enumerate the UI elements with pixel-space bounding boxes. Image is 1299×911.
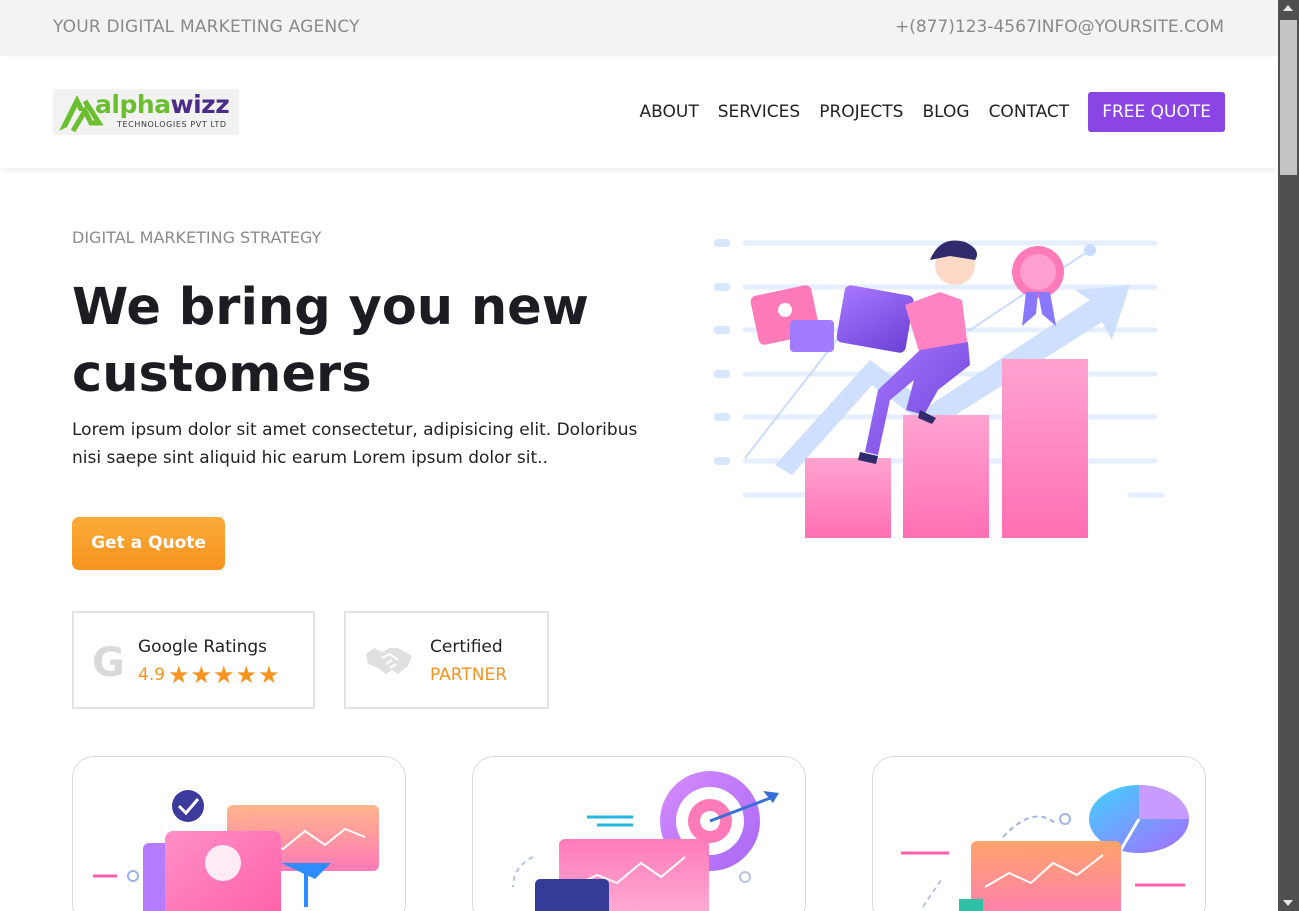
- nav-blog[interactable]: BLOG: [922, 102, 969, 122]
- logo-word-wizz: wizz: [170, 90, 230, 119]
- get-quote-button[interactable]: Get a Quote: [72, 517, 225, 570]
- vertical-scrollbar[interactable]: [1278, 0, 1299, 911]
- nav-contact[interactable]: CONTACT: [989, 102, 1070, 122]
- handshake-icon: [366, 648, 412, 674]
- nav-about[interactable]: ABOUT: [640, 102, 699, 122]
- free-quote-button[interactable]: FREE QUOTE: [1088, 92, 1225, 132]
- logo-subtitle: TECHNOLOGIES PVT LTD: [117, 120, 227, 129]
- nav-projects[interactable]: PROJECTS: [819, 102, 903, 122]
- google-g-icon: G: [92, 640, 125, 686]
- certified-title: Certified: [430, 637, 503, 657]
- certified-partner-badge: Certified PARTNER: [344, 611, 549, 709]
- hero-eyebrow: DIGITAL MARKETING STRATEGY: [72, 228, 322, 247]
- service-card-3[interactable]: [872, 756, 1206, 911]
- hero-headline: We bring you new customers: [72, 278, 589, 404]
- star-rating-icon: ★★★★★: [168, 661, 281, 689]
- main-nav: ABOUT SERVICES PROJECTS BLOG CONTACT FRE…: [640, 92, 1225, 132]
- scrollbar-thumb[interactable]: [1280, 20, 1297, 175]
- nav-services[interactable]: SERVICES: [718, 102, 800, 122]
- scroll-down-arrow-icon[interactable]: [1283, 900, 1293, 906]
- google-ratings-badge: G Google Ratings 4.9 ★★★★★: [72, 611, 315, 709]
- top-info-bar: YOUR DIGITAL MARKETING AGENCY +(877)123-…: [0, 0, 1278, 56]
- hero-description: Lorem ipsum dolor sit amet consectetur, …: [72, 420, 638, 468]
- target-growth-illustration: [512, 771, 779, 911]
- logo-word-alpha: alpha: [95, 90, 171, 119]
- scroll-up-arrow-icon[interactable]: [1283, 5, 1293, 11]
- agency-tagline: YOUR DIGITAL MARKETING AGENCY: [53, 17, 360, 37]
- service-card-2[interactable]: [472, 756, 806, 911]
- google-ratings-title: Google Ratings: [138, 637, 268, 657]
- site-header: alphawizz TECHNOLOGIES PVT LTD ABOUT SER…: [0, 58, 1278, 168]
- brand-logo[interactable]: alphawizz TECHNOLOGIES PVT LTD: [53, 89, 239, 135]
- partner-label: PARTNER: [430, 665, 508, 685]
- profile-analytics-illustration: [93, 790, 379, 911]
- pie-analytics-illustration: [901, 785, 1189, 911]
- contact-info[interactable]: +(877)123-4567INFO@YOURSITE.COM: [895, 17, 1224, 37]
- google-rating-value: 4.9: [138, 665, 166, 685]
- hero-growth-illustration: [714, 239, 1165, 538]
- service-card-1[interactable]: [72, 756, 406, 911]
